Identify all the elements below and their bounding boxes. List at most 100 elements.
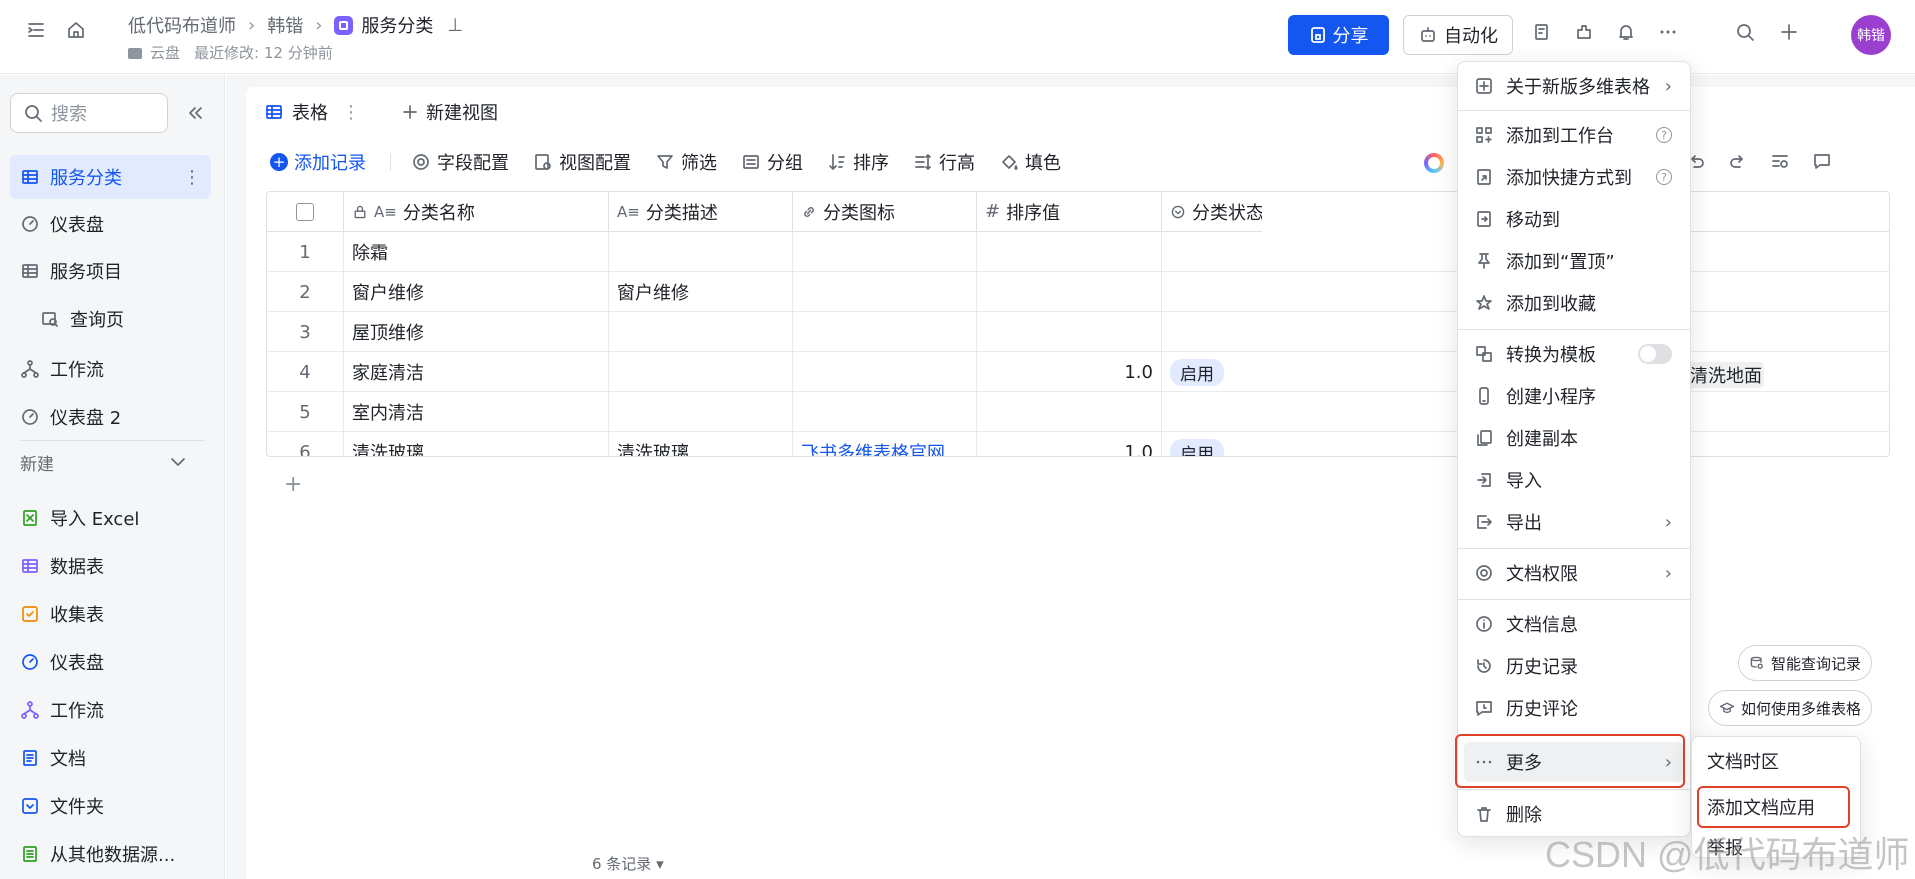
add-record-button[interactable]: + 添加记录: [270, 149, 366, 175]
smart-query-button[interactable]: 智能查询记录: [1738, 645, 1873, 681]
help-icon[interactable]: ?: [1656, 169, 1672, 185]
field-config-button[interactable]: 字段配置: [411, 149, 509, 175]
breadcrumb-item[interactable]: 低代码布道师: [128, 12, 236, 38]
ai-assistant-icon[interactable]: [1424, 153, 1444, 173]
cell-name[interactable]: 除霜: [344, 232, 609, 272]
plus-icon[interactable]: [1779, 22, 1799, 42]
menu-doc-info[interactable]: 文档信息: [1464, 604, 1684, 644]
select-all-checkbox[interactable]: [296, 202, 314, 221]
cell-name[interactable]: 窗户维修: [344, 272, 609, 312]
menu-create-copy[interactable]: 创建副本: [1464, 418, 1684, 458]
template-toggle[interactable]: [1638, 344, 1672, 364]
tab-grid-view[interactable]: 表格 ⋮: [246, 87, 374, 137]
menu-doc-permissions[interactable]: 文档权限 ›: [1464, 553, 1684, 593]
menu-about-new-base[interactable]: 关于新版多维表格 ›: [1464, 66, 1684, 106]
column-header-status[interactable]: 分类状态: [1162, 192, 1262, 232]
menu-add-to-workspace[interactable]: 添加到工作台 ?: [1464, 115, 1684, 155]
menu-move-to[interactable]: 移动到: [1464, 199, 1684, 239]
breadcrumb-item[interactable]: 韩锴: [267, 12, 303, 38]
new-table[interactable]: 数据表: [10, 544, 211, 588]
share-button[interactable]: 分享: [1288, 15, 1389, 55]
add-row-icon[interactable]: +: [284, 472, 302, 497]
cell-icon[interactable]: [793, 312, 977, 352]
menu-add-favorite[interactable]: 添加到收藏: [1464, 283, 1684, 323]
sidebar-item-workflow[interactable]: 工作流: [10, 347, 211, 391]
tab-more-icon[interactable]: ⋮: [342, 102, 360, 123]
fill-color-button[interactable]: 填色: [999, 149, 1061, 175]
menu-export[interactable]: 导出 ›: [1464, 502, 1684, 542]
column-header-name[interactable]: A≡ 分类名称: [344, 192, 609, 232]
filter-button[interactable]: 筛选: [655, 149, 717, 175]
row-height-button[interactable]: 行高: [913, 149, 975, 175]
new-form[interactable]: 收集表: [10, 592, 211, 636]
new-view-button[interactable]: 新建视图: [400, 99, 498, 125]
cell-order[interactable]: 1.0: [977, 352, 1162, 392]
cell-icon[interactable]: [793, 392, 977, 432]
cell-order[interactable]: [977, 312, 1162, 352]
cell-name[interactable]: 屋顶维修: [344, 312, 609, 352]
cell-desc[interactable]: [609, 312, 793, 352]
search-input[interactable]: 搜索: [10, 93, 168, 133]
find-icon[interactable]: [1770, 151, 1790, 171]
cell-order[interactable]: [977, 392, 1162, 432]
new-workflow[interactable]: 工作流: [10, 688, 211, 732]
view-config-button[interactable]: 视图配置: [533, 149, 631, 175]
item-more-icon[interactable]: ⋮: [183, 167, 201, 188]
new-doc[interactable]: 文档: [10, 736, 211, 780]
cell-icon-link[interactable]: 飞书多维表格官网: [793, 432, 977, 456]
sidebar-item-dashboard[interactable]: 仪表盘: [10, 202, 211, 246]
new-import-excel[interactable]: 导入 Excel: [10, 496, 211, 540]
expand-sidebar-icon[interactable]: [26, 20, 46, 40]
plugin-icon[interactable]: [1574, 22, 1594, 42]
sidebar-item-query-page[interactable]: 查询页: [10, 297, 211, 341]
menu-pin[interactable]: 添加到“置顶”: [1464, 241, 1684, 281]
doc-title[interactable]: 服务分类: [361, 12, 433, 38]
menu-import[interactable]: 导入: [1464, 460, 1684, 500]
new-dashboard[interactable]: 仪表盘: [10, 640, 211, 684]
cell-desc[interactable]: 窗户维修: [609, 272, 793, 312]
new-section-label[interactable]: 新建: [20, 450, 54, 475]
avatar[interactable]: 韩锴: [1851, 15, 1891, 55]
submenu-doc-timezone[interactable]: 文档时区: [1707, 748, 1779, 774]
menu-convert-template[interactable]: 转换为模板: [1464, 334, 1684, 374]
cell-icon[interactable]: [793, 232, 977, 272]
cell-order[interactable]: [977, 232, 1162, 272]
redo-icon[interactable]: [1728, 151, 1748, 171]
cell-name[interactable]: 家庭清洁: [344, 352, 609, 392]
cell-icon[interactable]: [793, 352, 977, 392]
cell-order[interactable]: 1.0: [977, 432, 1162, 456]
more-icon[interactable]: [1658, 22, 1678, 42]
search-icon[interactable]: [1735, 22, 1755, 42]
cell-desc[interactable]: [609, 352, 793, 392]
cell-icon[interactable]: [793, 272, 977, 312]
sidebar-item-service-category[interactable]: 服务分类 ⋮: [10, 155, 211, 199]
column-header-icon[interactable]: 分类图标: [793, 192, 977, 232]
doc-info-icon[interactable]: [1532, 22, 1552, 42]
cell-status[interactable]: 启用: [1162, 432, 1262, 456]
automation-button[interactable]: 自动化: [1403, 15, 1513, 55]
menu-create-miniapp[interactable]: 创建小程序: [1464, 376, 1684, 416]
cell-desc[interactable]: 清洗玻璃: [609, 432, 793, 456]
comment-icon[interactable]: [1812, 151, 1832, 171]
how-to-use-button[interactable]: 如何使用多维表格: [1708, 690, 1873, 726]
chevron-down-icon[interactable]: [168, 452, 188, 472]
cell-name[interactable]: 清洗玻璃: [344, 432, 609, 456]
cell-status[interactable]: 启用: [1162, 352, 1262, 392]
column-header-order[interactable]: # 排序值: [977, 192, 1162, 232]
sidebar-item-service-items[interactable]: 服务项目: [10, 249, 211, 293]
group-button[interactable]: 分组: [741, 149, 803, 175]
partial-cell-tag[interactable]: 清洗地面: [1686, 362, 1764, 388]
collapse-sidebar-icon[interactable]: [185, 103, 205, 123]
cell-desc[interactable]: [609, 392, 793, 432]
record-count[interactable]: 6 条记录 ▾: [592, 853, 664, 874]
home-icon[interactable]: [66, 20, 86, 40]
menu-add-shortcut[interactable]: 添加快捷方式到 ?: [1464, 157, 1684, 197]
pin-icon[interactable]: ⊥: [447, 15, 463, 36]
location[interactable]: 云盘: [128, 42, 180, 63]
sort-button[interactable]: 排序: [827, 149, 889, 175]
menu-history-comments[interactable]: 历史评论: [1464, 688, 1684, 728]
new-folder[interactable]: 文件夹: [10, 784, 211, 828]
bell-icon[interactable]: [1616, 22, 1636, 42]
new-from-datasource[interactable]: 从其他数据源...: [10, 832, 211, 876]
cell-desc[interactable]: [609, 232, 793, 272]
